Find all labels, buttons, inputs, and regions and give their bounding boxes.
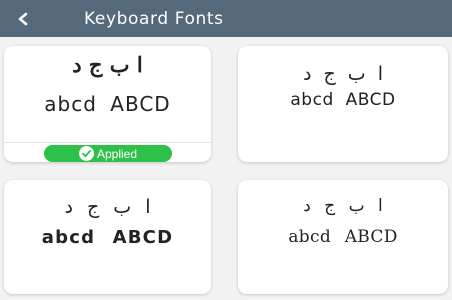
back-button[interactable]: [0, 0, 46, 37]
urdu-sample: ا ب ج د: [64, 196, 151, 218]
latin-sample: abcd ABCD: [41, 227, 174, 248]
font-card-3[interactable]: ا ب ج د abcd ABCD: [4, 180, 211, 294]
latin-sample: abcd ABCD: [288, 227, 398, 247]
font-card-4[interactable]: ا ب ج د abcd ABCD: [238, 180, 448, 294]
page-title: Keyboard Fonts: [84, 8, 224, 29]
check-circle-icon: [78, 146, 94, 161]
back-arrow-icon: [17, 12, 29, 26]
urdu-sample: ا ب ج د: [72, 52, 143, 77]
urdu-sample: ا ب ج د: [302, 63, 383, 85]
font-card-2[interactable]: ا ب ج د abcd ABCD: [238, 46, 448, 162]
urdu-sample: ا ب ج د: [303, 196, 383, 216]
app-bar: Keyboard Fonts: [0, 0, 452, 37]
latin-sample: abcd ABCD: [44, 92, 171, 116]
applied-label: Applied: [96, 146, 138, 161]
divider: [4, 142, 211, 143]
latin-sample: abcd ABCD: [290, 90, 396, 110]
font-card-1[interactable]: ا ب ج د abcd ABCD Applied: [4, 46, 211, 162]
applied-badge: Applied: [44, 145, 172, 162]
